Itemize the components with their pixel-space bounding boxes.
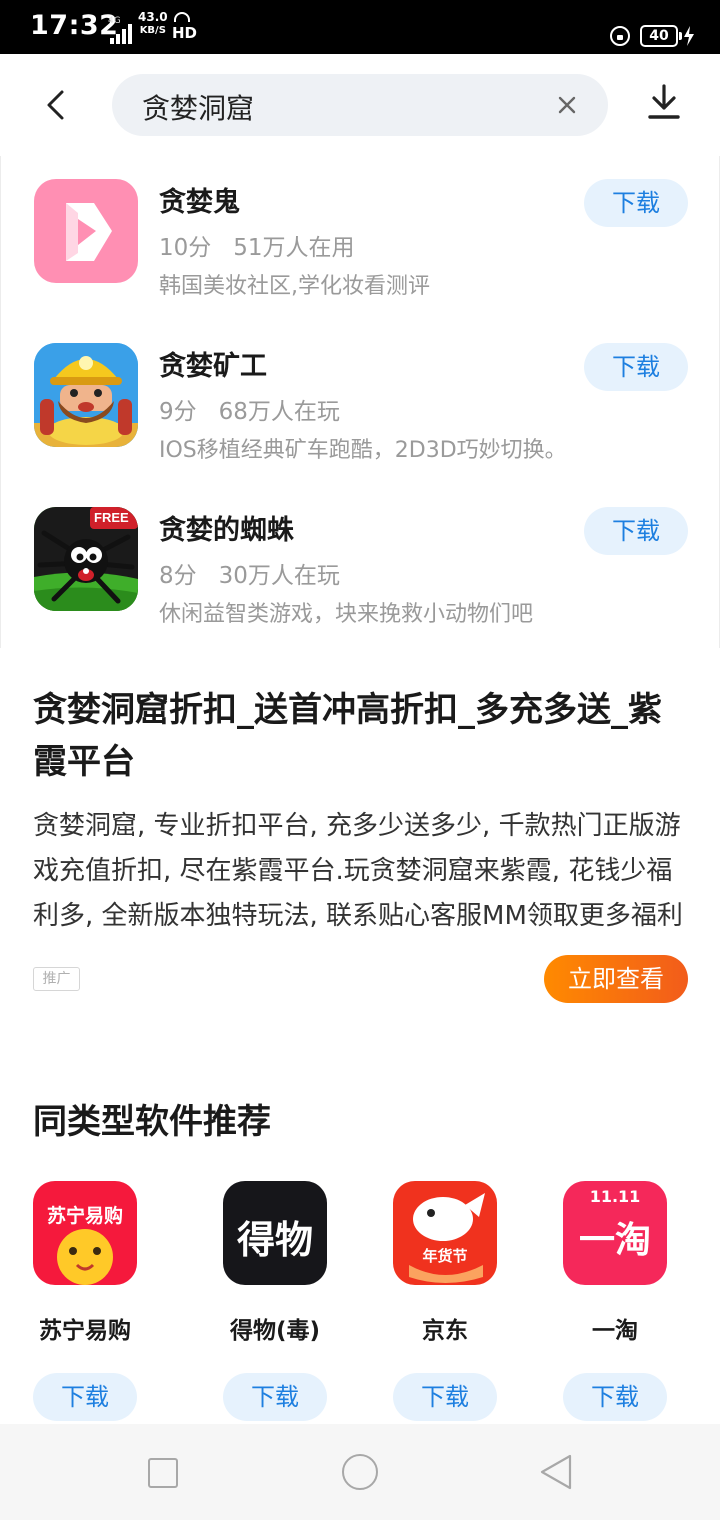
download-button[interactable]: 下载 [223, 1373, 327, 1421]
download-button[interactable]: 下载 [584, 343, 688, 391]
app-name[interactable]: 贪婪的蜘蛛 [159, 508, 294, 547]
app-result-item[interactable]: 贪婪矿工 9分 68万人在玩 IOS移植经典矿车跑酷，2D3D巧妙切换。 下载 [1, 320, 720, 484]
ad-body[interactable]: 贪婪洞窟, 专业折扣平台, 充多少送多少, 千款热门正版游戏充值折扣, 尽在紫霞… [33, 804, 689, 939]
app-meta: 8分 30万人在玩 [159, 556, 340, 590]
status-time: 17:32 [30, 10, 119, 41]
recommended-app-name[interactable]: 苏宁易购 [0, 1311, 170, 1345]
battery-icon: 40 [640, 25, 682, 47]
search-input[interactable]: 贪婪洞窟 [112, 74, 608, 136]
app-result-item[interactable]: 贪婪鬼 10分 51万人在用 韩国美妆社区,学化妆看测评 下载 [1, 156, 720, 320]
recommended-app[interactable]: 得物 得物(毒) 下载 [190, 1181, 360, 1421]
download-button[interactable]: 下载 [584, 179, 688, 227]
app-score: 8分 [159, 563, 197, 589]
suning-icon-text: 苏宁易购 [46, 1205, 123, 1227]
network-speed-value: 43.0 [138, 10, 168, 24]
miner-app-icon[interactable] [34, 343, 138, 447]
app-result-list: 贪婪鬼 10分 51万人在用 韩国美妆社区,学化妆看测评 下载 贪婪矿工 9分 … [0, 156, 720, 648]
recommended-app[interactable]: 苏宁易购 苏宁易购 下载 [0, 1181, 170, 1421]
app-meta: 9分 68万人在玩 [159, 392, 340, 426]
app-description: IOS移植经典矿车跑酷，2D3D巧妙切换。 [159, 438, 567, 463]
app-users: 30万人在玩 [218, 563, 340, 589]
app-meta: 10分 51万人在用 [159, 228, 355, 262]
yitao-app-icon[interactable]: 11.11 一淘 [563, 1181, 667, 1285]
spider-app-icon[interactable]: FREE [34, 507, 138, 611]
network-speed-unit: KB/S [139, 25, 166, 36]
free-badge: FREE [94, 510, 129, 525]
search-header: 贪婪洞窟 [0, 54, 720, 154]
home-icon[interactable] [342, 1454, 378, 1490]
rotation-lock-icon [610, 26, 630, 46]
recent-apps-icon[interactable] [148, 1458, 178, 1488]
dewu-icon-text: 得物 [236, 1218, 313, 1262]
download-manager-icon[interactable] [646, 82, 682, 122]
recommended-app[interactable]: 11.11 一淘 一淘 下载 [530, 1181, 700, 1421]
yitao-icon-date: 11.11 [589, 1187, 641, 1206]
app-description: 韩国美妆社区,学化妆看测评 [159, 274, 430, 299]
ad-title[interactable]: 贪婪洞窟折扣_送首冲高折扣_多充多送_紫霞平台 [33, 684, 689, 788]
download-button[interactable]: 下载 [563, 1373, 667, 1421]
hd-label: HD [172, 24, 198, 42]
recommended-app[interactable]: 年货节 京东 下载 [360, 1181, 530, 1421]
back-arrow-icon[interactable] [40, 88, 74, 122]
app-score: 9分 [159, 399, 197, 425]
jd-icon-text: 年货节 [422, 1247, 468, 1265]
view-now-button[interactable]: 立即查看 [544, 955, 688, 1003]
download-button[interactable]: 下载 [33, 1373, 137, 1421]
promo-tag: 推广 [33, 967, 80, 991]
signal-icon [110, 24, 132, 44]
recommendations-title: 同类型软件推荐 [33, 1102, 271, 1142]
nav-back-icon[interactable] [538, 1453, 574, 1491]
yitao-icon-text: 一淘 [578, 1220, 651, 1261]
charging-icon [684, 26, 694, 46]
recommended-app-name[interactable]: 京东 [360, 1311, 530, 1345]
system-nav-bar [0, 1424, 720, 1520]
app-users: 51万人在用 [233, 235, 355, 261]
status-bar: 17:32 4G 43.0 KB/S HD 40 [0, 0, 720, 54]
download-button[interactable]: 下载 [393, 1373, 497, 1421]
app-users: 68万人在玩 [218, 399, 340, 425]
network-speed: 43.0 KB/S [138, 11, 168, 37]
hd-call-icon [174, 12, 190, 22]
tanlangui-app-icon[interactable] [34, 179, 138, 283]
recommended-app-name[interactable]: 得物(毒) [190, 1311, 360, 1345]
app-description: 休闲益智类游戏，块来挽救小动物们吧 [159, 602, 534, 627]
app-result-item[interactable]: FREE 贪婪的蜘蛛 8分 30万人在玩 休闲益智类游戏，块来挽救小动物们吧 下载 [1, 484, 720, 648]
sponsored-ad[interactable]: 贪婪洞窟折扣_送首冲高折扣_多充多送_紫霞平台 贪婪洞窟, 专业折扣平台, 充多… [0, 648, 720, 1028]
jd-app-icon[interactable]: 年货节 [393, 1181, 497, 1285]
dewu-app-icon[interactable]: 得物 [223, 1181, 327, 1285]
app-name[interactable]: 贪婪矿工 [159, 344, 267, 383]
clear-icon[interactable] [556, 94, 578, 116]
suning-app-icon[interactable]: 苏宁易购 [33, 1181, 137, 1285]
recommended-app-name[interactable]: 一淘 [530, 1311, 700, 1345]
download-button[interactable]: 下载 [584, 507, 688, 555]
app-score: 10分 [159, 235, 212, 261]
search-query-text: 贪婪洞窟 [142, 92, 255, 125]
app-name[interactable]: 贪婪鬼 [159, 180, 240, 219]
